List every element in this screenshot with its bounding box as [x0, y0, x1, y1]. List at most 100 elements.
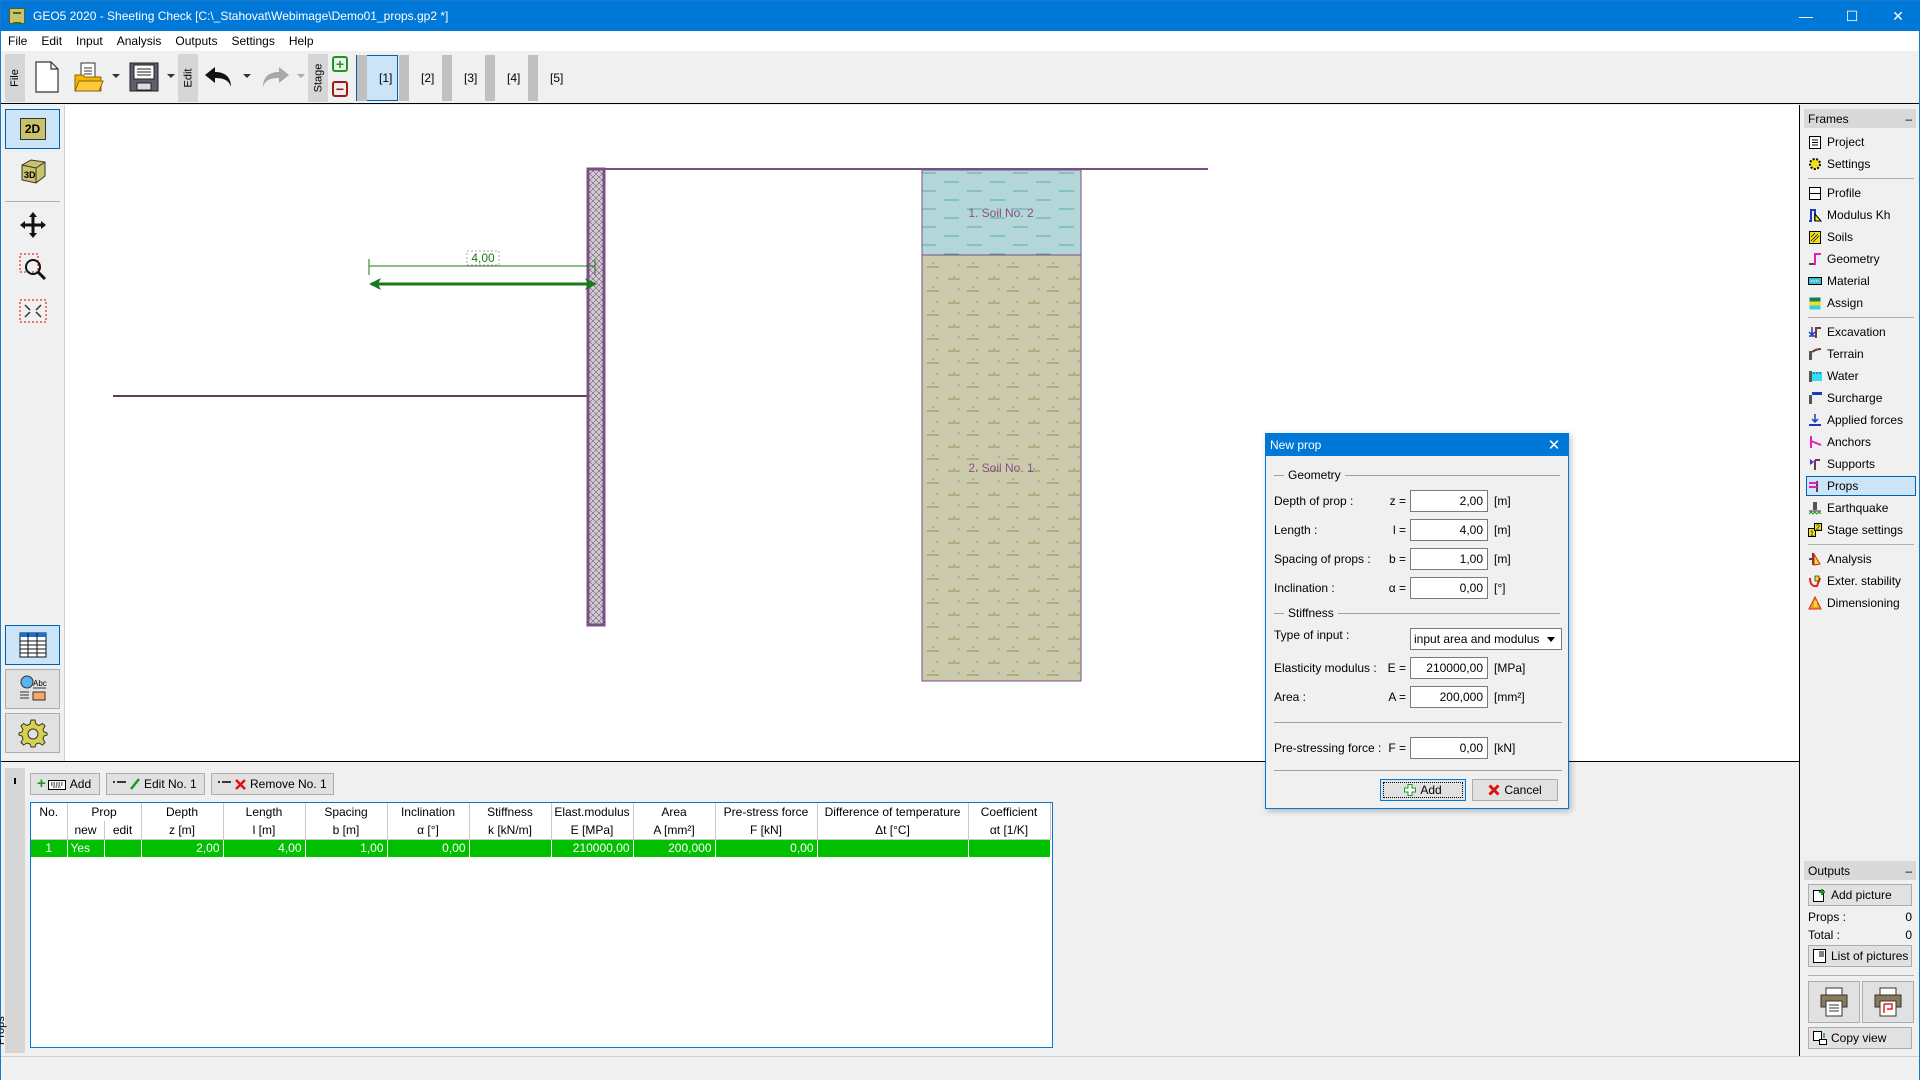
redo-button[interactable]	[257, 57, 293, 97]
maximize-button[interactable]: ☐	[1829, 1, 1875, 31]
zoom-extents-button[interactable]	[5, 291, 60, 331]
frame-profile[interactable]: Profile	[1808, 183, 1916, 203]
menu-outputs[interactable]: Outputs	[168, 31, 224, 51]
frame-excavation[interactable]: Excavation	[1808, 322, 1916, 342]
save-dropdown-arrow[interactable]	[167, 74, 175, 78]
settings-gear-button[interactable]	[5, 713, 60, 753]
frame-earthquake[interactable]: Earthquake	[1808, 498, 1916, 518]
cell-area[interactable]: 200,000	[633, 839, 716, 857]
cell-new[interactable]: Yes	[67, 839, 105, 857]
frame-terrain[interactable]: Terrain	[1808, 344, 1916, 364]
area-input[interactable]	[1410, 686, 1488, 708]
table-row[interactable]: 1 Yes 2,00 4,00 1,00 0,00 210000,00 200,…	[31, 839, 1051, 857]
add-stage-icon[interactable]: +	[332, 56, 348, 72]
minimize-button[interactable]: —	[1783, 1, 1829, 31]
stage-tab-3[interactable]: [3]	[442, 55, 484, 101]
view-2d-button[interactable]: 2D	[5, 109, 60, 149]
frame-water[interactable]: Water	[1808, 366, 1916, 386]
menu-settings[interactable]: Settings	[224, 31, 281, 51]
pan-button[interactable]	[5, 205, 60, 245]
collapse-frames-button[interactable]: –	[1905, 112, 1912, 126]
col-depth[interactable]: Depth	[141, 803, 224, 821]
stage-tab-5[interactable]: [5]	[528, 55, 570, 101]
frame-soils[interactable]: Soils	[1808, 227, 1916, 247]
prestress-force-input[interactable]	[1410, 737, 1488, 759]
cell-depth[interactable]: 2,00	[141, 839, 224, 857]
frame-exter-stability[interactable]: Exter. stability	[1808, 571, 1916, 591]
cell-temp-difference[interactable]	[817, 839, 969, 857]
cell-prestress[interactable]: 0,00	[715, 839, 818, 857]
undo-button[interactable]	[201, 57, 237, 97]
col-temp-difference[interactable]: Difference of temperature	[817, 803, 969, 821]
cell-no[interactable]: 1	[31, 839, 68, 857]
cell-spacing[interactable]: 1,00	[305, 839, 388, 857]
frame-anchors[interactable]: Anchors	[1808, 432, 1916, 452]
remove-prop-button[interactable]: Remove No. 1	[211, 773, 334, 795]
print-picture-button[interactable]	[1862, 981, 1914, 1023]
col-inclination[interactable]: Inclination	[387, 803, 470, 821]
frame-analysis[interactable]: Analysis	[1808, 549, 1916, 569]
stage-tab-1[interactable]: [1]	[356, 55, 398, 101]
col-area[interactable]: Area	[633, 803, 716, 821]
col-spacing[interactable]: Spacing	[305, 803, 388, 821]
open-dropdown-arrow[interactable]	[112, 74, 120, 78]
collapse-outputs-button[interactable]: –	[1905, 864, 1912, 878]
menu-edit[interactable]: Edit	[34, 31, 69, 51]
depth-input[interactable]	[1410, 490, 1488, 512]
frame-settings[interactable]: Settings	[1808, 154, 1916, 174]
col-coefficient[interactable]: Coefficient	[968, 803, 1051, 821]
col-no[interactable]: No.	[31, 803, 68, 821]
frame-geometry[interactable]: Geometry	[1808, 249, 1916, 269]
edit-prop-button[interactable]: Edit No. 1	[106, 773, 205, 795]
save-file-button[interactable]	[126, 57, 162, 97]
cell-elast-modulus[interactable]: 210000,00	[551, 839, 634, 857]
col-prop[interactable]: Prop	[67, 803, 142, 821]
frame-dimensioning[interactable]: Dimensioning	[1808, 593, 1916, 613]
remove-stage-icon[interactable]: −	[332, 81, 348, 97]
new-file-button[interactable]	[29, 57, 65, 97]
length-input[interactable]	[1410, 519, 1488, 541]
menu-help[interactable]: Help	[282, 31, 321, 51]
stage-tab-2[interactable]: [2]	[399, 55, 441, 101]
redo-dropdown-arrow[interactable]	[297, 74, 305, 78]
frame-supports[interactable]: Supports	[1808, 454, 1916, 474]
inclination-input[interactable]	[1410, 577, 1488, 599]
menu-analysis[interactable]: Analysis	[110, 31, 169, 51]
cell-stiffness[interactable]	[469, 839, 552, 857]
menu-input[interactable]: Input	[69, 31, 110, 51]
col-length[interactable]: Length	[223, 803, 306, 821]
frame-modulus-kh[interactable]: Modulus Kh	[1808, 205, 1916, 225]
type-of-input-select[interactable]: input area and modulus	[1410, 628, 1562, 650]
col-prestress[interactable]: Pre-stress force	[715, 803, 818, 821]
col-elast-modulus[interactable]: Elast.modulus	[551, 803, 634, 821]
undo-dropdown-arrow[interactable]	[243, 74, 251, 78]
view-3d-button[interactable]: 3D	[5, 151, 60, 191]
dialog-add-button[interactable]: Add	[1380, 779, 1466, 801]
frame-project[interactable]: Project	[1808, 132, 1916, 152]
elasticity-modulus-input[interactable]	[1410, 657, 1488, 679]
dialog-close-button[interactable]: ✕	[1544, 436, 1564, 454]
frame-stage-settings[interactable]: 1 2 Stage settings	[1808, 520, 1916, 540]
cell-inclination[interactable]: 0,00	[387, 839, 470, 857]
menu-file[interactable]: File	[1, 31, 34, 51]
table-view-button[interactable]	[5, 625, 60, 665]
open-file-button[interactable]	[71, 57, 107, 97]
copy-view-button[interactable]: Copy view	[1808, 1027, 1912, 1049]
props-panel-tab[interactable]: Props	[0, 768, 25, 1053]
drawing-settings-button[interactable]: Abc	[5, 669, 60, 709]
frame-applied-forces[interactable]: Applied forces	[1808, 410, 1916, 430]
frame-surcharge[interactable]: Surcharge	[1808, 388, 1916, 408]
frame-material[interactable]: Material	[1808, 271, 1916, 291]
close-window-button[interactable]: ✕	[1875, 1, 1920, 31]
dialog-cancel-button[interactable]: Cancel	[1472, 779, 1558, 801]
cell-edit[interactable]	[104, 839, 142, 857]
zoom-window-button[interactable]	[5, 247, 60, 287]
add-prop-button[interactable]: + Add	[30, 773, 100, 795]
cell-length[interactable]: 4,00	[223, 839, 306, 857]
list-of-pictures-button[interactable]: List of pictures	[1808, 945, 1912, 967]
cell-coefficient[interactable]	[968, 839, 1051, 857]
stage-tab-4[interactable]: [4]	[485, 55, 527, 101]
frame-assign[interactable]: Assign	[1808, 293, 1916, 313]
print-document-button[interactable]	[1808, 981, 1860, 1023]
add-picture-button[interactable]: Add picture	[1808, 884, 1912, 906]
